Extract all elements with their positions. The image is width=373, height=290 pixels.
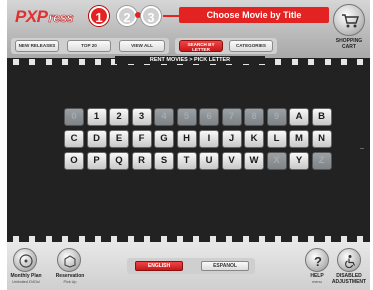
letter-key-f[interactable]: F <box>131 130 152 148</box>
pxpress-logo: PXPress <box>15 7 74 26</box>
box-icon <box>64 255 76 268</box>
letter-key-d[interactable]: D <box>86 130 107 148</box>
film-perforation <box>308 59 315 65</box>
letter-key-w[interactable]: W <box>244 152 264 170</box>
shopping-cart-button[interactable] <box>333 4 365 36</box>
letter-key-g[interactable]: G <box>154 130 174 148</box>
film-perforation <box>275 59 282 65</box>
reservation-label: Reservation Pick Up <box>55 273 85 284</box>
disabled-adjustment-label: DISABLED ADJUSTMENT <box>331 273 367 285</box>
letter-key-o[interactable]: O <box>64 152 84 170</box>
letter-key-3[interactable]: 3 <box>131 108 152 126</box>
view-all-button[interactable]: VIEW ALL <box>119 40 165 52</box>
help-button[interactable]: ? <box>305 248 329 272</box>
film-perforation <box>291 59 298 65</box>
header-bar: PXPress 1 2 3 Choose Movie by Title SHOP… <box>7 0 370 58</box>
language-selector: ENGLISH ESPANOL <box>127 258 255 274</box>
step-1-indicator: 1 <box>89 6 109 26</box>
letter-key-e[interactable]: E <box>109 130 129 148</box>
letter-key-9: 9 <box>266 108 287 126</box>
letter-key-t[interactable]: T <box>176 152 197 170</box>
letter-key-2[interactable]: 2 <box>109 108 129 126</box>
letter-key-l[interactable]: L <box>266 130 287 148</box>
categories-button[interactable]: CATEGORIES <box>229 40 273 52</box>
letter-key-c[interactable]: C <box>64 130 84 148</box>
letter-key-z: Z <box>311 152 332 170</box>
film-perforation <box>45 59 52 65</box>
letter-key-p[interactable]: P <box>86 152 107 170</box>
search-by-letter-button[interactable]: SEARCH BY LETTER <box>179 40 223 52</box>
letter-key-k[interactable]: K <box>244 130 264 148</box>
film-perforation <box>29 59 36 65</box>
top-20-button[interactable]: TOP 20 <box>67 40 111 52</box>
letter-key-h[interactable]: H <box>176 130 197 148</box>
letter-key-y[interactable]: Y <box>289 152 309 170</box>
wheelchair-icon <box>345 255 356 268</box>
letter-key-5: 5 <box>176 108 197 126</box>
step-title-banner: Choose Movie by Title <box>179 7 329 23</box>
monthly-plan-button[interactable] <box>13 248 37 272</box>
letter-key-u[interactable]: U <box>199 152 219 170</box>
letter-key-b[interactable]: B <box>311 108 332 126</box>
letter-key-j[interactable]: J <box>221 130 242 148</box>
letter-key-x: X <box>266 152 287 170</box>
search-nav-group: SEARCH BY LETTER CATEGORIES <box>175 38 277 54</box>
film-perforation <box>324 59 331 65</box>
edge-marker <box>360 148 364 149</box>
film-perforation <box>341 59 347 65</box>
espanol-button[interactable]: ESPANOL <box>201 261 249 271</box>
disc-icon <box>19 254 33 268</box>
film-perforation <box>78 59 85 65</box>
step-3-indicator: 3 <box>141 6 161 26</box>
letter-key-r[interactable]: R <box>131 152 152 170</box>
film-perforation <box>62 59 69 65</box>
letter-key-6: 6 <box>199 108 219 126</box>
letter-key-m[interactable]: M <box>289 130 309 148</box>
letter-key-v[interactable]: V <box>221 152 242 170</box>
letter-key-a[interactable]: A <box>289 108 309 126</box>
step-2-indicator: 2 <box>117 6 137 26</box>
reservation-button[interactable] <box>57 248 81 272</box>
shopping-cart-label: SHOPPING CART <box>335 38 363 50</box>
browse-nav-group: NEW RELEASES TOP 20 VIEW ALL <box>11 38 169 54</box>
film-perforation <box>95 59 101 65</box>
breadcrumb: RENT MOVIES > PICK LETTER <box>115 56 265 64</box>
english-button[interactable]: ENGLISH <box>135 261 183 271</box>
shopping-cart-icon <box>342 14 359 28</box>
letter-key-8: 8 <box>244 108 264 126</box>
letter-key-n[interactable]: N <box>311 130 332 148</box>
svg-text:?: ? <box>314 254 322 268</box>
monthly-plan-label: Monthly Plan Unlimited DVDs! <box>10 273 42 284</box>
letter-key-1[interactable]: 1 <box>86 108 107 126</box>
new-releases-button[interactable]: NEW RELEASES <box>15 40 59 52</box>
letter-key-7: 7 <box>221 108 242 126</box>
letter-key-0: 0 <box>64 108 84 126</box>
letter-key-s[interactable]: S <box>154 152 174 170</box>
film-perforation <box>13 59 19 65</box>
letter-key-i[interactable]: I <box>199 130 219 148</box>
question-mark-icon: ? <box>314 254 322 268</box>
disabled-adjustment-button[interactable] <box>337 248 361 272</box>
letter-key-4: 4 <box>154 108 174 126</box>
letter-key-q[interactable]: Q <box>109 152 129 170</box>
kiosk-screen: PXPress 1 2 3 Choose Movie by Title SHOP… <box>7 0 370 290</box>
film-perforation <box>357 59 364 65</box>
